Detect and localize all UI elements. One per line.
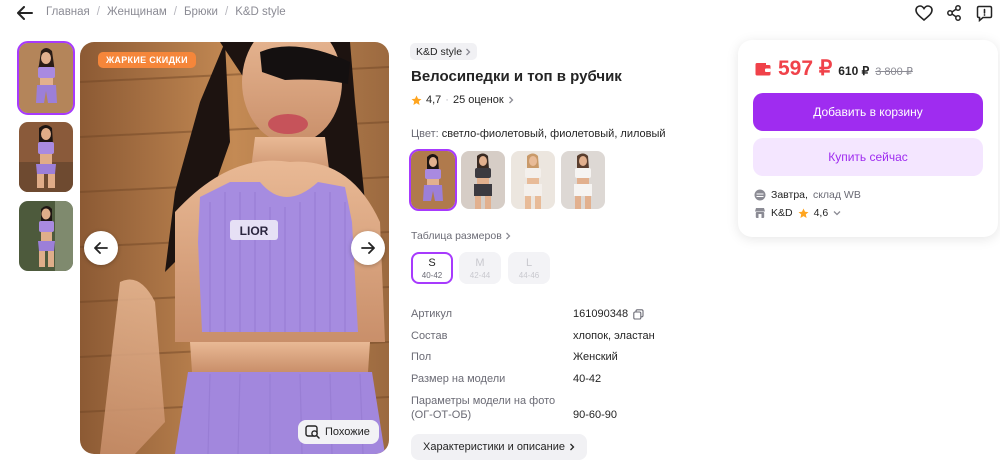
color-label: Цвет: (411, 128, 439, 140)
hot-sale-badge: ЖАРКИЕ СКИДКИ (98, 52, 196, 68)
wallet-price: 610 ₽ (838, 64, 870, 78)
color-swatch-4[interactable] (561, 151, 605, 209)
param-label-model-params: Параметры модели на фото (ОГ-ОТ-ОБ) (411, 395, 556, 421)
param-label-composition: Состав (411, 330, 448, 342)
delivery-box-icon (754, 189, 766, 201)
star-icon (411, 95, 422, 105)
size-range: 40-42 (421, 270, 443, 280)
gallery-thumbnail-1[interactable] (17, 41, 75, 115)
param-value-gender: Женский (573, 351, 618, 363)
buy-now-button[interactable]: Купить сейчас (753, 138, 983, 176)
similar-label: Похожие (325, 426, 370, 438)
share-icon (947, 5, 961, 21)
article-number: 161090348 (573, 308, 629, 320)
size-table-label: Таблица размеров (411, 230, 502, 242)
param-value-article-row: 161090348 (573, 308, 644, 320)
size-range: 44-46 (518, 270, 540, 280)
star-icon (798, 208, 809, 218)
gallery-thumbnail-3[interactable] (19, 201, 73, 271)
arrow-left-icon (17, 6, 33, 20)
product-title: Велосипедки и топ в рубчик (411, 68, 622, 85)
chevron-down-icon (833, 211, 841, 216)
chevron-right-icon (505, 232, 511, 240)
color-swatch-2[interactable] (461, 151, 505, 209)
similar-products-button[interactable]: Похожие (298, 420, 379, 444)
param-label-gender: Пол (411, 351, 432, 363)
size-option-s[interactable]: S 40-42 (411, 252, 453, 284)
delivery-day: Завтра, (771, 189, 808, 201)
rating-summary[interactable]: 4,7 · 25 оценок (411, 94, 514, 106)
main-product-image[interactable]: LIOR (80, 42, 389, 454)
copy-icon[interactable] (633, 308, 644, 320)
size-option-m[interactable]: M 42-44 (459, 252, 501, 284)
old-price: 3 800 ₽ (875, 66, 913, 78)
color-swatch-3[interactable] (511, 151, 555, 209)
chevron-right-icon (570, 443, 575, 451)
seller-rating: 4,6 (813, 207, 829, 219)
report-button[interactable] (974, 3, 994, 23)
report-icon (976, 5, 992, 22)
seller-name: K&D (771, 207, 793, 219)
breadcrumb-women[interactable]: Женщинам (107, 6, 167, 18)
size-letter: M (475, 256, 485, 269)
seller-info[interactable]: K&D 4,6 (754, 207, 841, 219)
reviews-count: 25 оценок (452, 94, 504, 106)
param-value-composition: хлопок, эластан (573, 330, 655, 342)
heart-icon (915, 5, 933, 21)
store-icon (755, 208, 765, 218)
share-button[interactable] (944, 3, 964, 23)
breadcrumb: Главная / Женщинам / Брюки / K&D style (46, 6, 286, 18)
param-label-article: Артикул (411, 308, 453, 320)
size-letter: L (525, 256, 533, 269)
shirt-print-text: LIOR (240, 224, 269, 238)
image-search-icon (305, 425, 320, 439)
breadcrumb-home[interactable]: Главная (46, 6, 90, 18)
size-option-l[interactable]: L 44-46 (508, 252, 550, 284)
wallet-icon (755, 62, 771, 75)
size-table-link[interactable]: Таблица размеров (411, 230, 511, 242)
param-value-model-params: 90-60-90 (573, 409, 618, 421)
brand-name: K&D style (416, 45, 463, 58)
gallery-next-button[interactable] (351, 231, 385, 265)
rating-value: 4,7 (426, 94, 442, 106)
color-line: Цвет: светло-фиолетовый, фиолетовый, лил… (411, 128, 666, 140)
gallery-prev-button[interactable] (84, 231, 118, 265)
favorite-button[interactable] (914, 3, 934, 23)
current-price: 597 ₽ (778, 57, 833, 80)
gallery-thumbnail-2[interactable] (19, 122, 73, 192)
arrow-left-icon (94, 242, 108, 254)
delivery-info: Завтра, склад WB (754, 189, 861, 201)
chevron-right-icon (466, 48, 471, 55)
color-value: светло-фиолетовый, фиолетовый, лиловый (441, 128, 666, 140)
brand-link[interactable]: K&D style (410, 43, 478, 60)
add-to-cart-button[interactable]: Добавить в корзину (753, 93, 983, 131)
size-range: 42-44 (469, 270, 491, 280)
back-button[interactable] (14, 4, 36, 22)
breadcrumb-brand[interactable]: K&D style (235, 6, 286, 18)
param-label-model-size: Размер на модели (411, 373, 506, 385)
delivery-warehouse: склад WB (812, 189, 861, 201)
characteristics-label: Характеристики и описание (423, 441, 565, 453)
size-letter: S (428, 256, 436, 269)
arrow-right-icon (361, 242, 375, 254)
color-swatch-1[interactable] (409, 149, 457, 211)
chevron-right-icon (508, 96, 514, 104)
breadcrumb-pants[interactable]: Брюки (184, 6, 218, 18)
characteristics-button[interactable]: Характеристики и описание (411, 434, 587, 460)
price-row: 597 ₽ 610 ₽ 3 800 ₽ (754, 56, 913, 81)
param-value-model-size: 40-42 (573, 373, 602, 385)
